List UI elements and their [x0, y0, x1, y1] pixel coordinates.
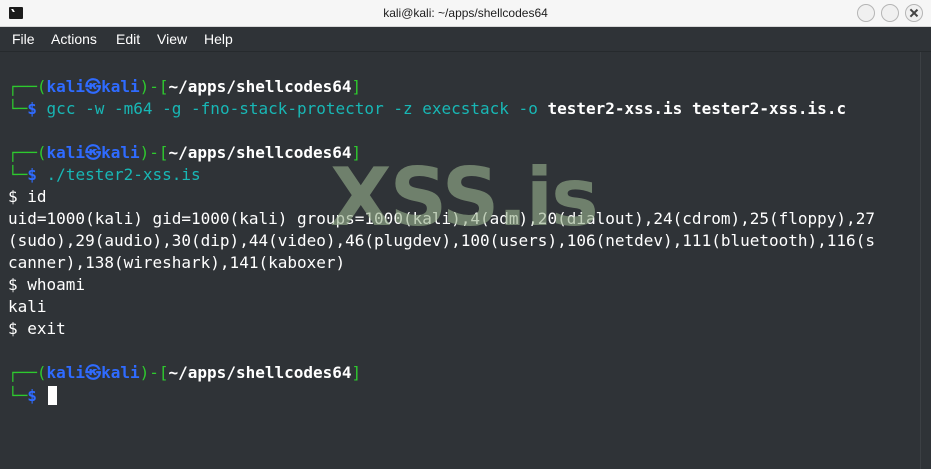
maximize-button[interactable]	[857, 4, 875, 22]
output-line: $ exit	[8, 319, 66, 338]
output-line: $ id	[8, 187, 47, 206]
vertical-scrollbar[interactable]	[920, 52, 931, 469]
text-cursor	[47, 386, 57, 405]
menu-help[interactable]: Help	[204, 27, 233, 51]
output-line: canner),138(wireshark),141(kaboxer)	[8, 253, 346, 272]
command-line: └─$ gcc -w -m64 -g -fno-stack-protector …	[8, 99, 847, 118]
minimize-button[interactable]	[881, 4, 899, 22]
prompt-header-line: ┌──(kali㉿kali)-[~/apps/shellcodes64]	[8, 363, 362, 382]
output-line: kali	[8, 297, 47, 316]
prompt-header-line: ┌──(kali㉿kali)-[~/apps/shellcodes64]	[8, 143, 362, 162]
menu-edit[interactable]: Edit	[116, 27, 140, 51]
output-line: $ whoami	[8, 275, 86, 294]
title-bar: kali@kali: ~/apps/shellcodes64	[0, 0, 931, 27]
menu-bar: File Actions Edit View Help	[0, 27, 931, 52]
command-line: └─$ ./tester2-xss.is	[8, 165, 201, 184]
terminal-window: kali@kali: ~/apps/shellcodes64 File Acti…	[0, 0, 931, 469]
window-title: kali@kali: ~/apps/shellcodes64	[383, 6, 548, 20]
menu-view[interactable]: View	[157, 27, 187, 51]
menu-file[interactable]: File	[12, 27, 35, 51]
output-line: uid=1000(kali) gid=1000(kali) groups=100…	[8, 209, 875, 228]
prompt-header-line: ┌──(kali㉿kali)-[~/apps/shellcodes64]	[8, 77, 362, 96]
menu-actions[interactable]: Actions	[51, 27, 97, 51]
terminal-output[interactable]: ┌──(kali㉿kali)-[~/apps/shellcodes64] └─$…	[0, 52, 920, 469]
output-line: (sudo),29(audio),30(dip),44(video),46(pl…	[8, 231, 875, 250]
close-button[interactable]	[905, 4, 923, 22]
command-line[interactable]: └─$	[8, 385, 57, 407]
